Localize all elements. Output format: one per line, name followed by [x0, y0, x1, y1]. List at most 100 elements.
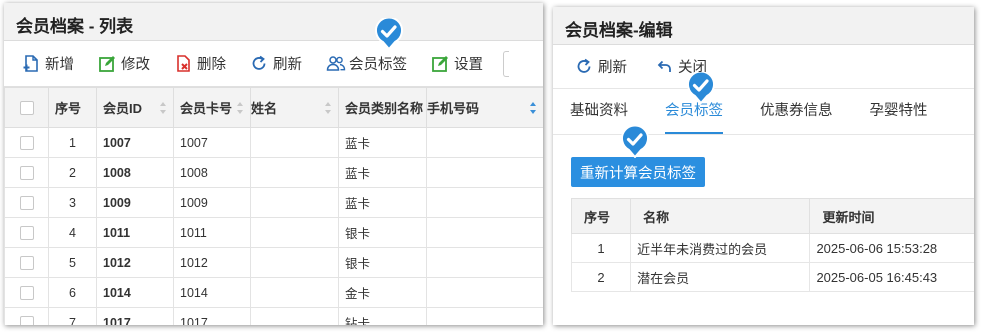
cell-name	[250, 277, 339, 308]
cell-name	[250, 127, 339, 158]
recalculate-tags-button[interactable]: 重新计算会员标签	[571, 157, 705, 187]
sort-icon[interactable]	[325, 102, 332, 114]
col-header-category-label: 会员类别名称	[345, 101, 424, 116]
edit-panel-title: 会员档案-编辑	[553, 7, 974, 45]
row-checkbox-cell[interactable]	[4, 127, 49, 158]
cell-card-no: 1008	[173, 157, 251, 188]
cell-seq: 5	[48, 247, 97, 278]
row-checkbox[interactable]	[19, 315, 34, 325]
cell-name	[250, 247, 339, 278]
delete-doc-icon	[174, 54, 193, 73]
col-header-seq: 序号	[48, 87, 97, 128]
cell-category: 银卡	[338, 247, 427, 278]
col-header-category[interactable]: 会员类别名称	[338, 87, 427, 128]
row-checkbox[interactable]	[19, 285, 34, 300]
col-header-card-no[interactable]: 会员卡号	[173, 87, 251, 128]
cell-member-id[interactable]: 1008	[96, 157, 174, 188]
edit-refresh-button[interactable]: 刷新	[575, 56, 627, 77]
member-list-body: 1 1007 1007 蓝卡 2 1008 1008 蓝卡 3 1009 1009 蓝卡 4 1011 10…	[4, 127, 543, 325]
cell-seq: 1	[570, 233, 632, 263]
cell-category: 蓝卡	[338, 187, 427, 218]
table-row[interactable]: 6 1014 1014 金卡	[4, 277, 543, 308]
cell-phone	[426, 307, 543, 325]
cell-seq: 2	[48, 157, 97, 188]
member-tags-body: 1 近半年未消费过的会员 2025-06-06 15:53:28 2 潜在会员 2025-…	[570, 233, 974, 292]
cell-member-id[interactable]: 1007	[96, 127, 174, 158]
cell-card-no: 1012	[173, 247, 251, 278]
cell-card-no: 1017	[173, 307, 251, 325]
tab-coupon-info[interactable]: 优惠券信息	[760, 99, 833, 134]
cell-seq: 3	[48, 187, 97, 218]
row-checkbox[interactable]	[19, 165, 34, 180]
cell-tag-name: 近半年未消费过的会员	[630, 233, 811, 263]
col-header-name[interactable]: 姓名	[250, 87, 339, 128]
cell-card-no: 1011	[173, 217, 251, 248]
member-tags-button[interactable]: 会员标签	[326, 53, 407, 74]
tags-table-header-row: 序号 名称 更新时间	[570, 198, 974, 234]
cell-member-id[interactable]: 1017	[96, 307, 174, 325]
cell-member-id[interactable]: 1012	[96, 247, 174, 278]
delete-button[interactable]: 删除	[174, 53, 226, 74]
col-header-phone[interactable]: 手机号码	[426, 87, 543, 128]
cell-phone	[426, 217, 543, 248]
edit-button[interactable]: 修改	[98, 53, 150, 74]
row-checkbox-cell[interactable]	[4, 187, 49, 218]
table-row[interactable]: 1 1007 1007 蓝卡	[4, 127, 543, 158]
col-header-name-label: 姓名	[251, 101, 278, 116]
row-checkbox-cell[interactable]	[4, 157, 49, 188]
cell-name	[250, 187, 339, 218]
table-row[interactable]: 5 1012 1012 银卡	[4, 247, 543, 278]
cell-seq: 6	[48, 277, 97, 308]
row-checkbox-cell[interactable]	[4, 307, 49, 325]
table-row[interactable]: 4 1011 1011 银卡	[4, 217, 543, 248]
cell-phone	[426, 157, 543, 188]
table-row[interactable]: 7 1017 1017 钻卡	[4, 307, 543, 325]
cell-category: 金卡	[338, 277, 427, 308]
col-header-card-no-label: 会员卡号	[180, 101, 233, 116]
col-header-member-id[interactable]: 会员ID	[96, 87, 174, 128]
settings-edit-icon	[431, 54, 450, 73]
table-row[interactable]: 2 1008 1008 蓝卡	[4, 157, 543, 188]
sort-active-icon[interactable]	[530, 102, 537, 114]
cell-category: 银卡	[338, 217, 427, 248]
cell-category: 蓝卡	[338, 157, 427, 188]
cell-member-id[interactable]: 1009	[96, 187, 174, 218]
cell-member-id[interactable]: 1011	[96, 217, 174, 248]
settings-button[interactable]: 设置	[431, 53, 483, 74]
row-checkbox[interactable]	[19, 195, 34, 210]
cell-category: 蓝卡	[338, 127, 427, 158]
row-checkbox-cell[interactable]	[4, 277, 49, 308]
add-button-label: 新增	[45, 57, 74, 73]
edit-tabs: 基础资料 会员标签 优惠券信息 孕婴特性	[553, 89, 974, 135]
edit-button-label: 修改	[121, 57, 150, 73]
col-header-tag-name: 名称	[630, 198, 811, 234]
row-checkbox[interactable]	[19, 135, 34, 150]
cell-card-no: 1007	[173, 127, 251, 158]
delete-button-label: 删除	[197, 57, 226, 73]
add-button[interactable]: 新增	[22, 53, 74, 74]
row-checkbox-cell[interactable]	[4, 217, 49, 248]
table-row[interactable]: 1 近半年未消费过的会员 2025-06-06 15:53:28	[570, 233, 974, 263]
row-checkbox[interactable]	[19, 225, 34, 240]
users-icon	[326, 54, 346, 73]
cell-name	[250, 307, 339, 325]
check-badge-icon	[375, 18, 403, 50]
refresh-button[interactable]: 刷新	[250, 53, 302, 74]
table-row[interactable]: 2 潜在会员 2025-06-05 16:45:43	[570, 262, 974, 292]
cell-updated-time: 2025-06-06 15:53:28	[809, 233, 974, 263]
row-checkbox[interactable]	[19, 255, 34, 270]
select-all-checkbox-cell[interactable]	[4, 87, 49, 128]
tab-maternity-features[interactable]: 孕婴特性	[870, 99, 928, 134]
cell-member-id[interactable]: 1014	[96, 277, 174, 308]
table-row[interactable]: 3 1009 1009 蓝卡	[4, 187, 543, 218]
tab-member-tags[interactable]: 会员标签	[665, 99, 723, 134]
undo-arrow-icon	[655, 57, 674, 76]
refresh-icon	[250, 54, 269, 73]
cell-phone	[426, 187, 543, 218]
row-checkbox-cell[interactable]	[4, 247, 49, 278]
select-all-checkbox[interactable]	[19, 101, 34, 116]
sort-icon[interactable]	[160, 102, 167, 114]
cell-card-no: 1014	[173, 277, 251, 308]
cell-updated-time: 2025-06-05 16:45:43	[809, 262, 974, 292]
sort-icon[interactable]	[237, 102, 244, 114]
